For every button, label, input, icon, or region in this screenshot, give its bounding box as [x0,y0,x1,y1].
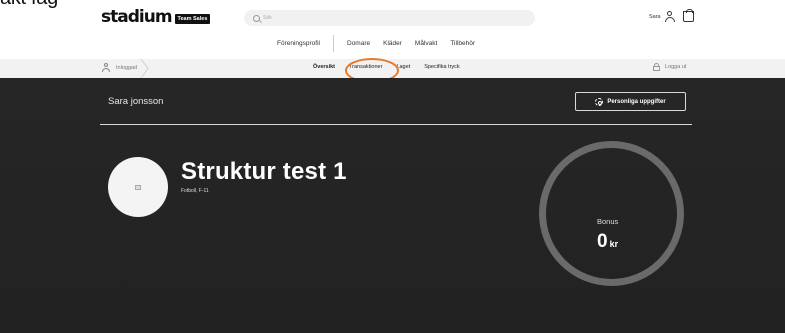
team-avatar [108,157,168,217]
stadium-logo[interactable]: stadium Team Sales [101,7,211,27]
team-sales-badge: Team Sales [174,13,211,24]
tab-specifika-tryck[interactable]: Specifika tryck [424,64,459,70]
logged-in-label: Inloggad [116,64,138,71]
team-subtitle: Fotboll, F-11 [181,188,209,194]
gear-icon [595,97,604,106]
logout-link[interactable]: Logga ut [653,63,686,71]
account-overview-panel: Sara jonsson Personliga uppgifter Strukt… [0,78,785,333]
personal-details-label: Personliga uppgifter [607,98,666,105]
category-domare[interactable]: Domare [347,40,370,47]
tab-oversikt[interactable]: Översikt [313,64,335,70]
search-input[interactable] [263,15,463,21]
user-area: Sara [649,9,694,22]
user-name[interactable]: Sara [649,14,661,20]
bonus-value: 0 kr [597,231,618,253]
category-foreningsprofil[interactable]: Föreningsprofil [277,40,320,47]
bonus-currency: kr [609,239,619,249]
bonus-ring [539,141,684,286]
person-icon [102,63,110,72]
logo-wordmark: stadium [101,7,173,27]
cart-icon[interactable] [682,9,694,22]
profile-name: Sara jonsson [108,96,164,107]
logged-in-status: Inloggad [102,63,137,72]
logout-label: Logga ut [665,64,687,70]
category-malvakt[interactable]: Målvakt [415,40,437,47]
team-title: Struktur test 1 [181,158,347,185]
category-klader[interactable]: Kläder [383,40,402,47]
section-divider [100,124,692,125]
user-icon[interactable] [664,11,675,22]
category-divider [333,34,334,52]
lock-icon [653,63,660,71]
bonus-amount: 0 [597,231,608,252]
personal-details-button[interactable]: Personliga uppgifter [575,92,686,111]
category-nav: Föreningsprofil Domare Kläder Målvakt Ti… [277,34,488,52]
bonus-label: Bonus [597,217,619,226]
broken-image-icon [135,184,141,190]
cut-off-text: akt fag [0,0,58,10]
category-tillbehor[interactable]: Tillbehör [450,40,475,47]
search-bar[interactable] [244,10,535,26]
search-icon [253,14,260,22]
breadcrumb-chevron-icon [140,59,149,78]
